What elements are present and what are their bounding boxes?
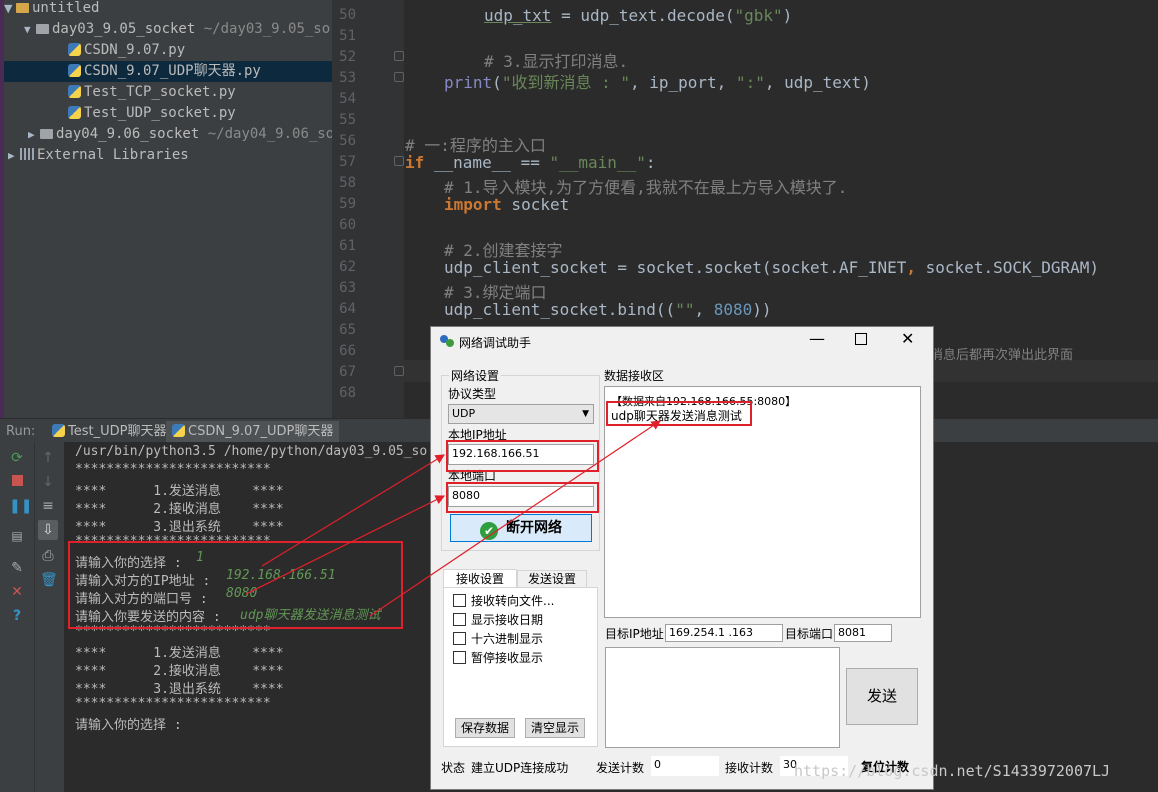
arrow-message [369, 420, 661, 617]
arrow-port [245, 495, 446, 595]
annotation-arrows [245, 420, 661, 617]
watermark: https://blog.csdn.net/S1433972007LJ [794, 762, 1111, 780]
arrow-ip [261, 454, 446, 567]
